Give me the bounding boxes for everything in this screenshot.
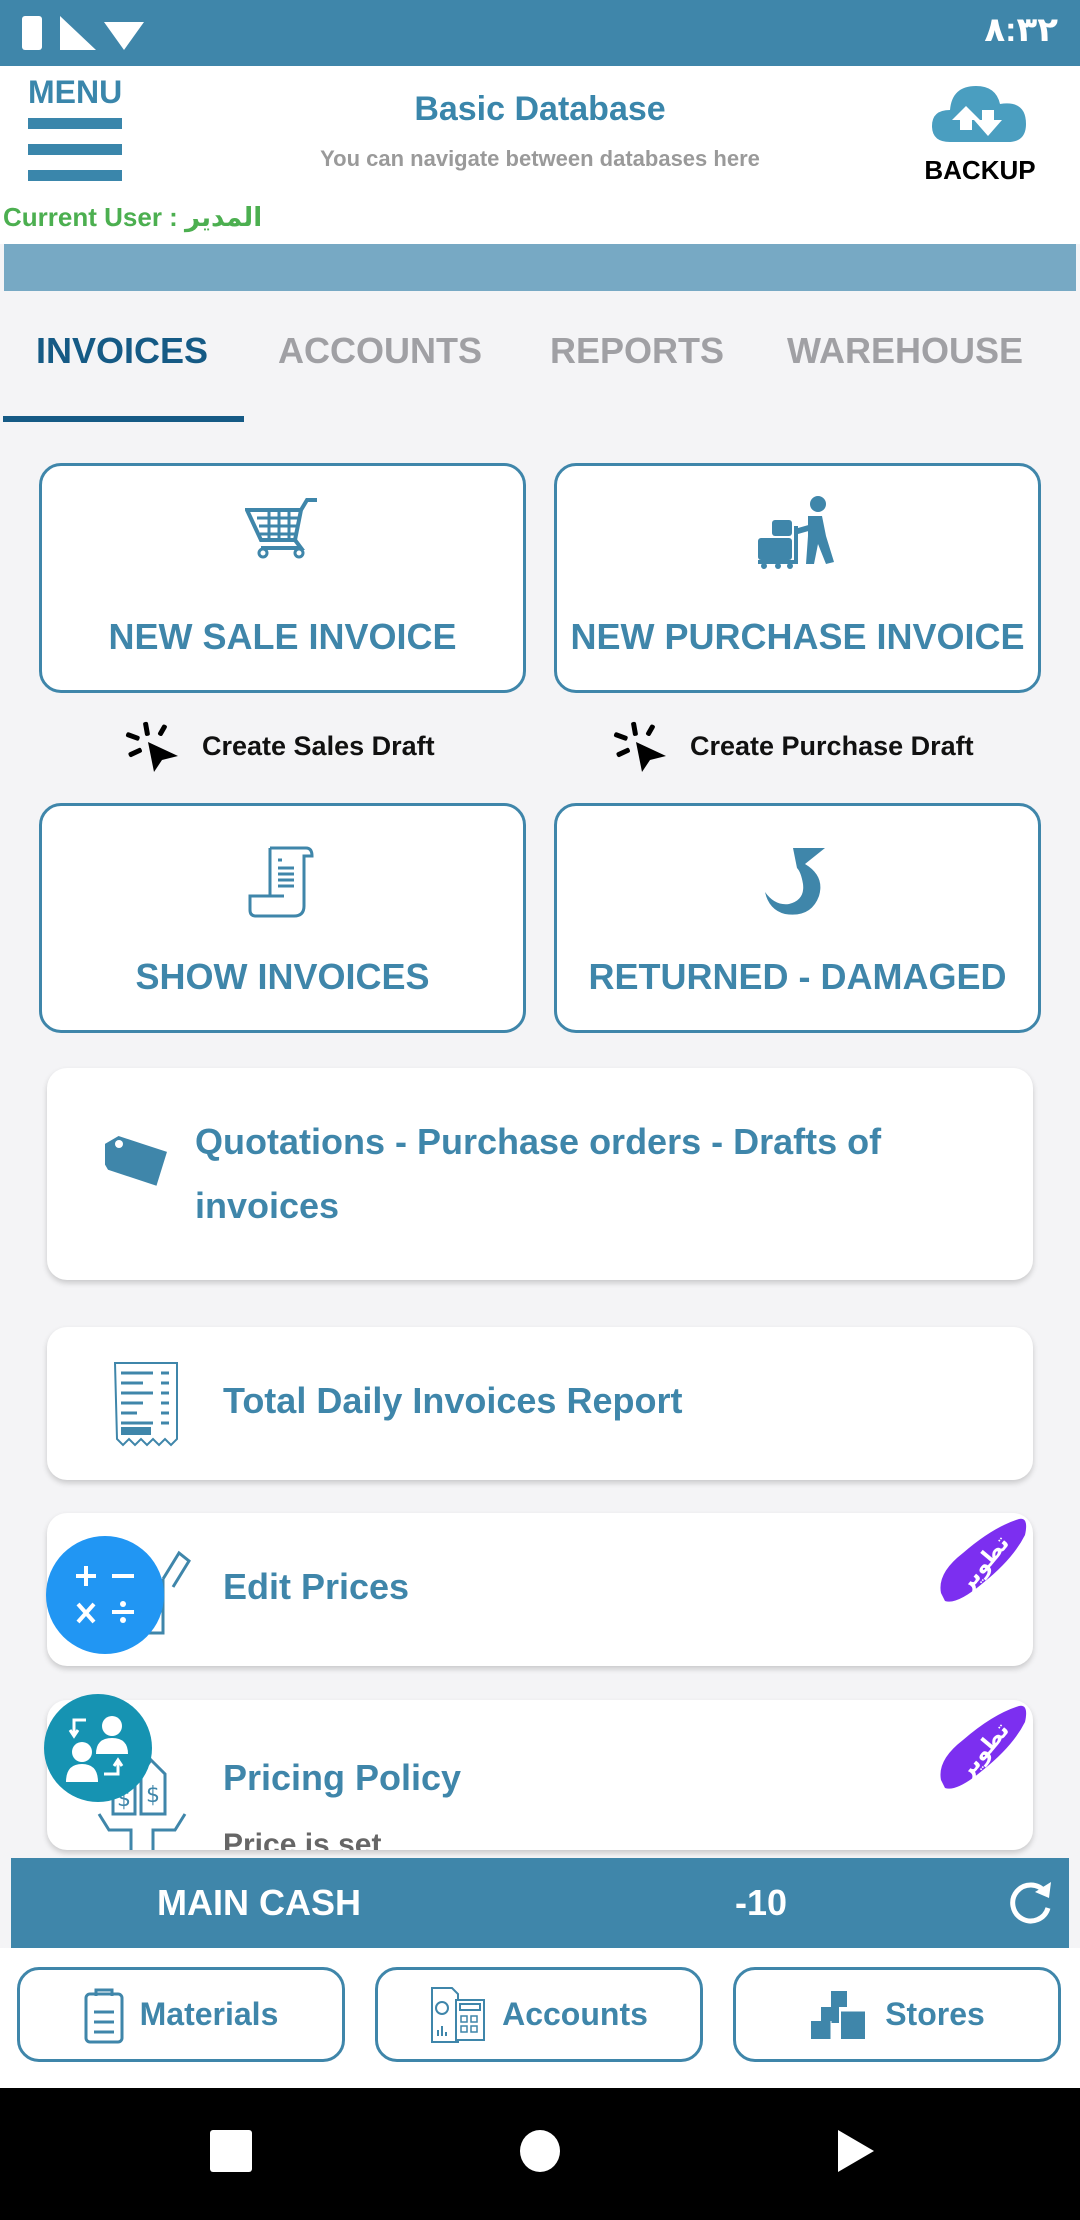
tab-invoices[interactable]: INVOICES: [36, 330, 208, 372]
tag-icon: [105, 1136, 167, 1186]
tab-reports[interactable]: REPORTS: [550, 330, 724, 372]
new-purchase-invoice-label: NEW PURCHASE INVOICE: [570, 616, 1025, 657]
invoice-scroll-icon: [248, 846, 314, 918]
create-purchase-draft-label: Create Purchase Draft: [690, 730, 974, 761]
click-pointer-icon: [125, 721, 178, 772]
accounts-button[interactable]: Accounts: [375, 1967, 703, 2062]
receipt-icon: [113, 1362, 178, 1447]
switch-user-fab[interactable]: [44, 1694, 152, 1802]
delivery-worker-icon: [757, 496, 834, 569]
create-sales-draft-link[interactable]: Create Sales Draft: [124, 720, 435, 772]
shopping-cart-icon: [244, 498, 317, 559]
new-purchase-invoice-button[interactable]: NEW PURCHASE INVOICE: [554, 463, 1041, 693]
pricing-policy-list-item[interactable]: $ $ Pricing Policy Price is set تطوير: [47, 1700, 1033, 1850]
accounting-icon: [431, 1986, 486, 2043]
switch-user-icon: [66, 1716, 128, 1782]
cloud-sync-icon: [932, 86, 1026, 142]
quotations-list-item[interactable]: Quotations - Purchase orders - Drafts of…: [47, 1068, 1033, 1280]
accounts-label: Accounts: [502, 1996, 648, 2032]
development-badge-icon: تطوير: [940, 1518, 1027, 1602]
edit-prices-list-item[interactable]: Edit Prices تطوير: [47, 1513, 1033, 1666]
show-invoices-button[interactable]: SHOW INVOICES: [39, 803, 526, 1033]
wifi-icon: [104, 22, 144, 50]
daily-invoices-report-list-item[interactable]: Total Daily Invoices Report: [47, 1327, 1033, 1480]
backup-label: BACKUP: [924, 155, 1036, 185]
recents-button[interactable]: [210, 2130, 252, 2172]
database-subtitle: You can navigate between databases here: [320, 146, 760, 171]
tab-accounts[interactable]: ACCOUNTS: [278, 330, 482, 372]
cash-name: MAIN CASH: [157, 1882, 361, 1923]
materials-label: Materials: [139, 1996, 279, 2032]
clock: ٨:٣٢: [984, 11, 1058, 49]
tab-bar: INVOICES ACCOUNTS REPORTS WAREHOUSE: [0, 300, 1080, 424]
database-banner: [4, 244, 1076, 291]
svg-text:$: $: [146, 1783, 160, 1808]
backup-button[interactable]: BACKUP: [920, 80, 1040, 186]
app-header: MENU Basic Database You can navigate bet…: [0, 66, 1080, 244]
pricing-policy-sublabel: Price is set: [223, 1828, 382, 1850]
database-title[interactable]: Basic Database: [0, 90, 1080, 129]
new-sale-invoice-label: NEW SALE INVOICE: [108, 616, 457, 657]
main-cash-bar: MAIN CASH -10: [11, 1858, 1069, 1948]
cash-value: -10: [735, 1882, 788, 1923]
clipboard-icon: [84, 1988, 124, 2043]
edit-prices-label: Edit Prices: [223, 1566, 410, 1607]
current-user-label: Current User : المدير: [3, 202, 263, 232]
tab-warehouse[interactable]: WAREHOUSE: [787, 330, 1023, 372]
returned-damaged-label: RETURNED - DAMAGED: [588, 956, 1007, 997]
stores-label: Stores: [885, 1996, 985, 2032]
boxes-icon: [811, 1990, 866, 2039]
pricing-policy-label: Pricing Policy: [223, 1757, 462, 1798]
create-sales-draft-label: Create Sales Draft: [202, 730, 435, 761]
system-nav-bar: [0, 2088, 1080, 2220]
signal-icon: [60, 16, 96, 50]
home-button[interactable]: [520, 2130, 560, 2172]
calculator-fab[interactable]: [46, 1536, 164, 1654]
return-arrow-icon: [764, 848, 825, 915]
daily-invoices-report-label: Total Daily Invoices Report: [223, 1380, 683, 1421]
refresh-icon[interactable]: [1005, 1878, 1055, 1928]
status-bar: ٨:٣٢: [0, 0, 1080, 66]
stores-button[interactable]: Stores: [733, 1967, 1061, 2062]
tab-indicator: [3, 416, 244, 422]
status-icons: [22, 16, 144, 50]
show-invoices-label: SHOW INVOICES: [135, 956, 430, 997]
development-badge-icon: تطوير: [940, 1705, 1027, 1789]
back-button[interactable]: [836, 2128, 876, 2174]
battery-icon: [22, 16, 42, 50]
materials-button[interactable]: Materials: [17, 1967, 345, 2062]
click-pointer-icon: [613, 721, 666, 772]
returned-damaged-button[interactable]: RETURNED - DAMAGED: [554, 803, 1041, 1033]
new-sale-invoice-button[interactable]: NEW SALE INVOICE: [39, 463, 526, 693]
create-purchase-draft-link[interactable]: Create Purchase Draft: [612, 720, 974, 772]
quotations-label: Quotations - Purchase orders - Drafts of…: [195, 1121, 882, 1226]
calculator-icon: [76, 1566, 134, 1624]
